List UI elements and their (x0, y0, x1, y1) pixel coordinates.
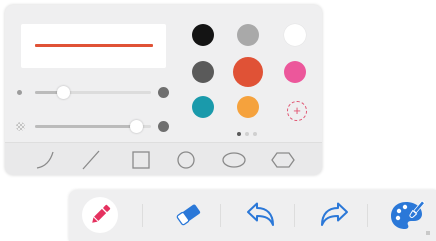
redo-button[interactable] (313, 197, 353, 233)
shape-circle-button[interactable] (165, 145, 205, 175)
undo-button[interactable] (242, 197, 282, 233)
eraser-icon (176, 204, 201, 226)
color-swatch-black[interactable] (192, 24, 214, 46)
eraser-tool-button[interactable] (169, 197, 209, 233)
shape-rectangle-button[interactable] (120, 145, 160, 175)
circle-icon (177, 151, 195, 169)
toolbar-separator (220, 204, 221, 227)
color-swatch-red-orange[interactable] (233, 57, 263, 87)
plus-icon: + (293, 103, 301, 118)
hexagon-icon (271, 152, 295, 168)
line-icon (82, 150, 100, 170)
shape-line-button[interactable] (71, 145, 111, 175)
slider-track[interactable] (35, 86, 151, 99)
slider-thumb[interactable] (129, 120, 143, 133)
stroke-size-slider[interactable] (17, 85, 172, 101)
curve-icon (36, 151, 54, 169)
redo-icon (321, 202, 348, 226)
stroke-preview-line (35, 44, 153, 47)
shape-ellipse-button[interactable] (214, 145, 254, 175)
color-swatch-gray[interactable] (237, 24, 259, 46)
ellipse-icon (222, 152, 246, 168)
pen-icon (92, 204, 111, 223)
opacity-slider[interactable] (16, 119, 172, 135)
shape-selector (5, 142, 322, 175)
shape-curve-button[interactable] (27, 145, 67, 175)
color-swatch-pink[interactable] (284, 61, 306, 83)
page-dot[interactable] (253, 132, 257, 136)
slider-track[interactable] (35, 120, 151, 133)
toolbar-separator (367, 204, 368, 227)
color-swatch-dark-gray[interactable] (192, 61, 214, 83)
custom-color-button[interactable]: + (287, 101, 307, 121)
toolbar-separator (294, 204, 295, 227)
slider-thumb[interactable] (56, 86, 70, 99)
shape-hexagon-button[interactable] (263, 145, 303, 175)
page-dot[interactable] (245, 132, 249, 136)
opacity-max-icon (158, 121, 169, 132)
resize-grip-icon (426, 231, 430, 235)
palette-button[interactable] (387, 197, 427, 233)
toolbar-separator (142, 204, 143, 227)
palette-icon (391, 200, 425, 229)
color-swatch-white[interactable] (284, 24, 306, 46)
drawing-toolbar (69, 190, 436, 241)
slider-fill (35, 125, 136, 128)
size-max-icon (158, 87, 169, 98)
transparency-icon (16, 122, 25, 131)
rectangle-icon (132, 151, 150, 169)
page-dot[interactable] (237, 132, 241, 136)
size-min-icon (17, 90, 22, 95)
pen-settings-popup: + (5, 5, 322, 175)
color-swatch-teal[interactable] (192, 96, 214, 118)
stroke-preview (21, 24, 166, 68)
undo-icon (247, 202, 274, 226)
color-swatch-orange[interactable] (237, 96, 259, 118)
pen-tool-button[interactable] (82, 197, 118, 233)
